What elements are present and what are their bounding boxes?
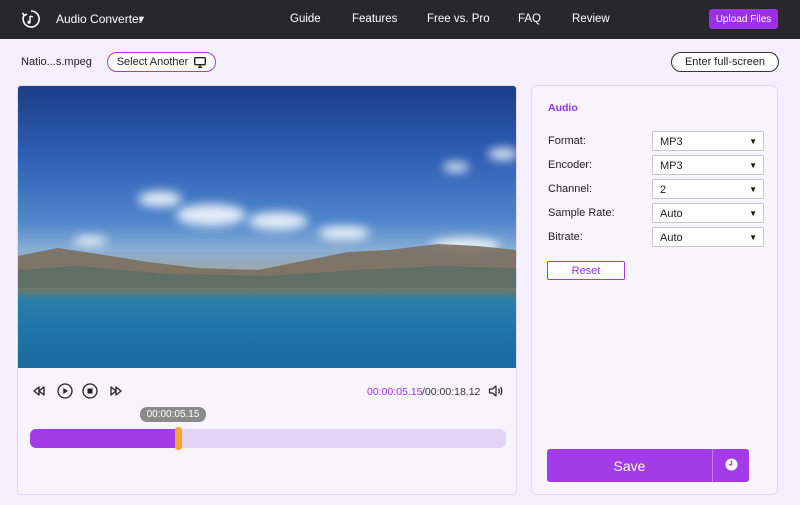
play-icon[interactable] (56, 382, 74, 400)
caret-down-icon: ▼ (749, 209, 757, 218)
encoder-value: MP3 (660, 160, 683, 172)
current-time: 00:00:05.15 (367, 386, 423, 398)
nav-features[interactable]: Features (352, 13, 397, 25)
caret-down-icon: ▼ (749, 137, 757, 146)
format-value: MP3 (660, 136, 683, 148)
encoder-select[interactable]: MP3 ▼ (652, 155, 764, 175)
channel-label: Channel: (548, 183, 593, 195)
monitor-icon (194, 56, 207, 68)
timeline-slider[interactable] (30, 427, 506, 450)
format-select[interactable]: MP3 ▼ (652, 131, 764, 151)
schedule-button[interactable] (712, 449, 749, 482)
channel-select[interactable]: 2 ▼ (652, 179, 764, 199)
nav-faq[interactable]: FAQ (518, 13, 541, 25)
bitrate-value: Auto (660, 232, 683, 244)
sample-rate-label: Sample Rate: (548, 207, 615, 219)
total-time: /00:00:18.12 (422, 386, 481, 398)
caret-down-icon: ▼ (749, 161, 757, 170)
time-tooltip: 00:00:05.15 (140, 407, 206, 422)
volume-icon[interactable] (487, 382, 505, 400)
timeline-thumb[interactable] (175, 427, 182, 450)
refresh-music-icon[interactable] (21, 9, 41, 29)
encoder-label: Encoder: (548, 159, 593, 171)
timeline-progress (30, 429, 178, 448)
fast-forward-icon[interactable] (107, 382, 125, 400)
caret-down-icon: ▼ (749, 185, 757, 194)
stop-icon[interactable] (81, 382, 99, 400)
channel-value: 2 (660, 184, 667, 196)
caret-down-icon: ▼ (749, 233, 757, 242)
bitrate-label: Bitrate: (548, 231, 583, 243)
upload-files-button[interactable]: Upload Files (709, 9, 778, 29)
format-label: Format: (548, 135, 586, 147)
bitrate-select[interactable]: Auto ▼ (652, 227, 764, 247)
reset-button[interactable]: Reset (547, 261, 625, 280)
file-name: Natio...s.mpeg (21, 56, 92, 68)
fullscreen-button[interactable]: Enter full-screen (671, 52, 779, 72)
app-title[interactable]: Audio Converter (56, 12, 143, 26)
nav-review[interactable]: Review (572, 13, 610, 25)
select-another-button[interactable]: Select Another (107, 52, 216, 72)
save-button[interactable]: Save (547, 449, 712, 482)
rewind-icon[interactable] (30, 382, 48, 400)
select-another-label: Select Another (116, 56, 189, 68)
audio-settings-panel: Audio Format: MP3 ▼ Encoder: MP3 ▼ Chann… (531, 85, 778, 495)
nav-free-vs-pro[interactable]: Free vs. Pro (427, 13, 490, 25)
top-navigation-bar: Audio Converter ▼ Guide Features Free vs… (0, 0, 800, 39)
video-panel: 00:00:05.15 /00:00:18.12 00:00:05.15 (17, 85, 517, 495)
sample-rate-select[interactable]: Auto ▼ (652, 203, 764, 223)
sample-rate-value: Auto (660, 208, 683, 220)
video-preview[interactable] (18, 86, 516, 368)
landscape-mountains (18, 244, 516, 288)
caret-down-icon[interactable]: ▼ (137, 14, 146, 24)
clock-icon (725, 458, 737, 470)
playback-controls: 00:00:05.15 /00:00:18.12 (18, 376, 516, 406)
section-title: Audio (548, 102, 578, 114)
nav-guide[interactable]: Guide (290, 13, 321, 25)
